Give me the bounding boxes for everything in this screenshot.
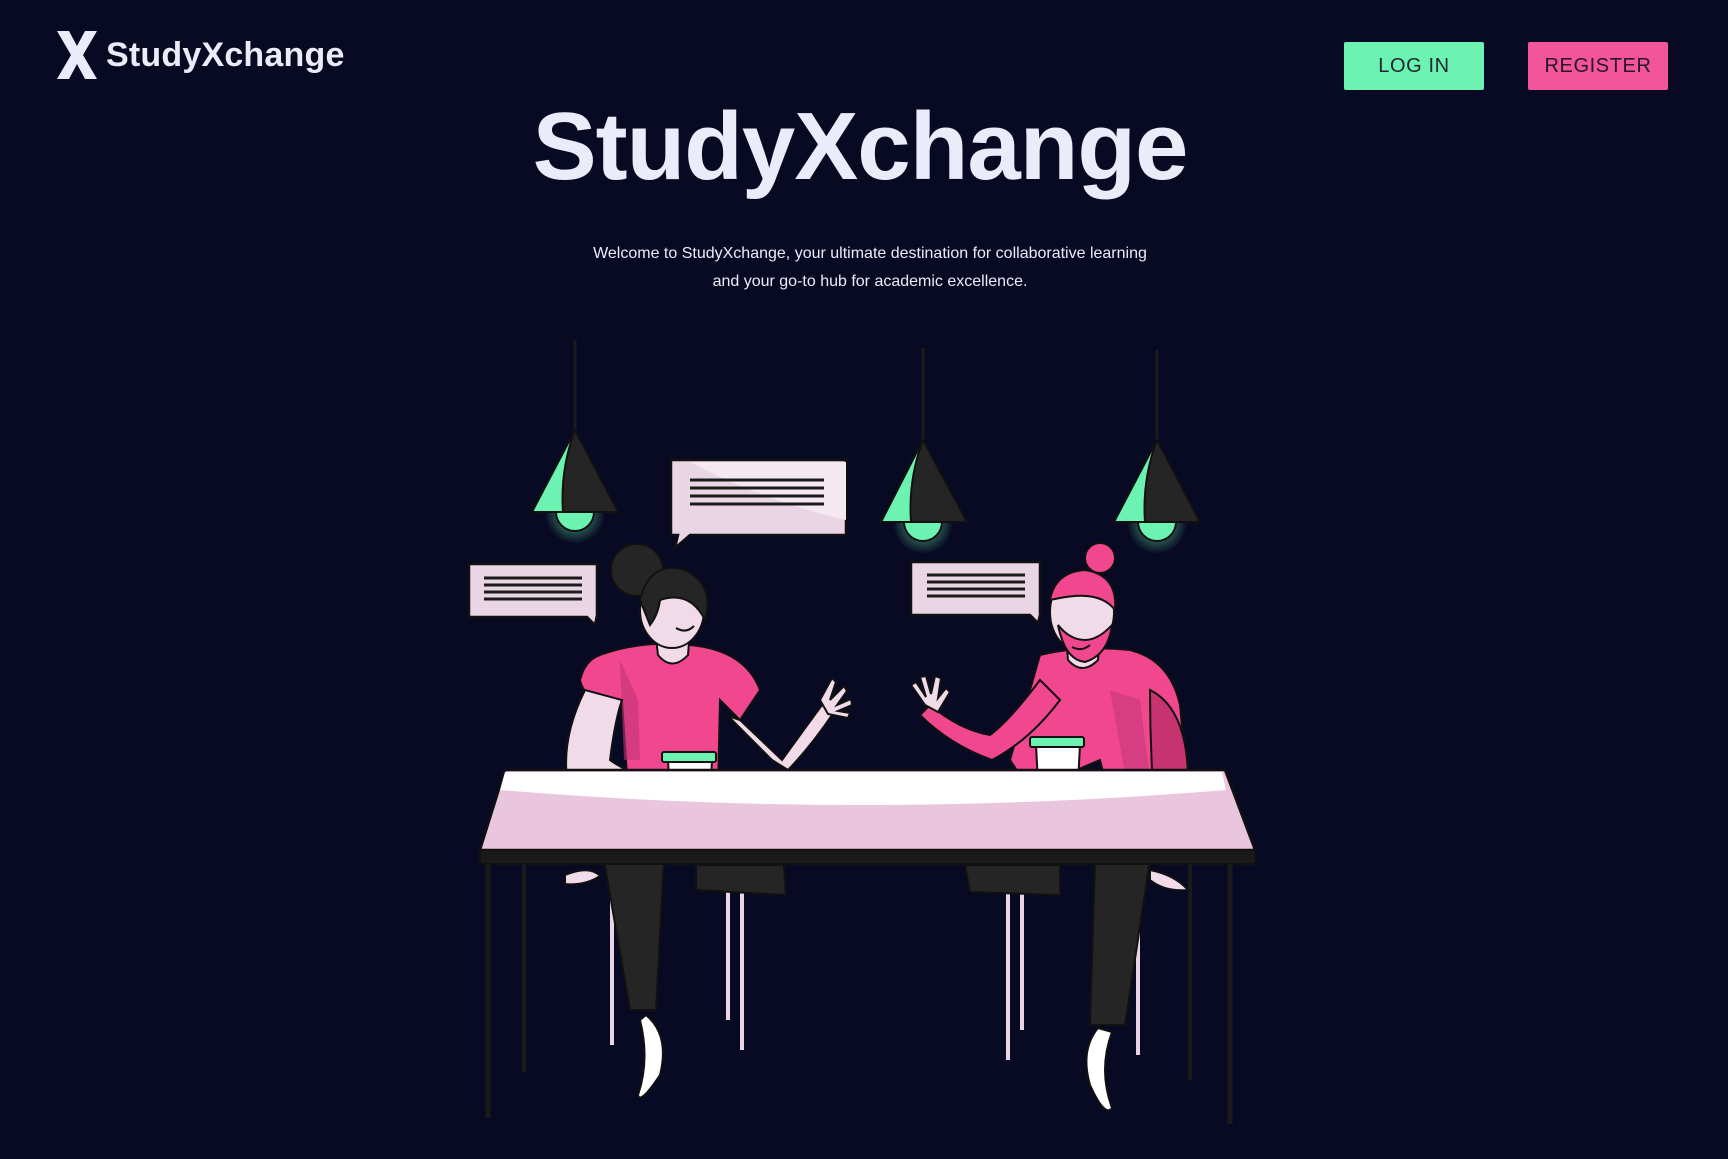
pendant-lamp-icon (530, 340, 620, 544)
speech-bubble-icon (467, 562, 599, 628)
hero-illustration (467, 340, 1257, 1124)
pendant-lamp-icon (879, 348, 969, 554)
landing-page: StudyXchange LOG IN REGISTER StudyXchang… (0, 0, 1728, 1159)
speech-bubble-icon (669, 458, 848, 552)
pendant-lamp-icon (1112, 350, 1202, 554)
speech-bubble-icon (909, 560, 1042, 626)
